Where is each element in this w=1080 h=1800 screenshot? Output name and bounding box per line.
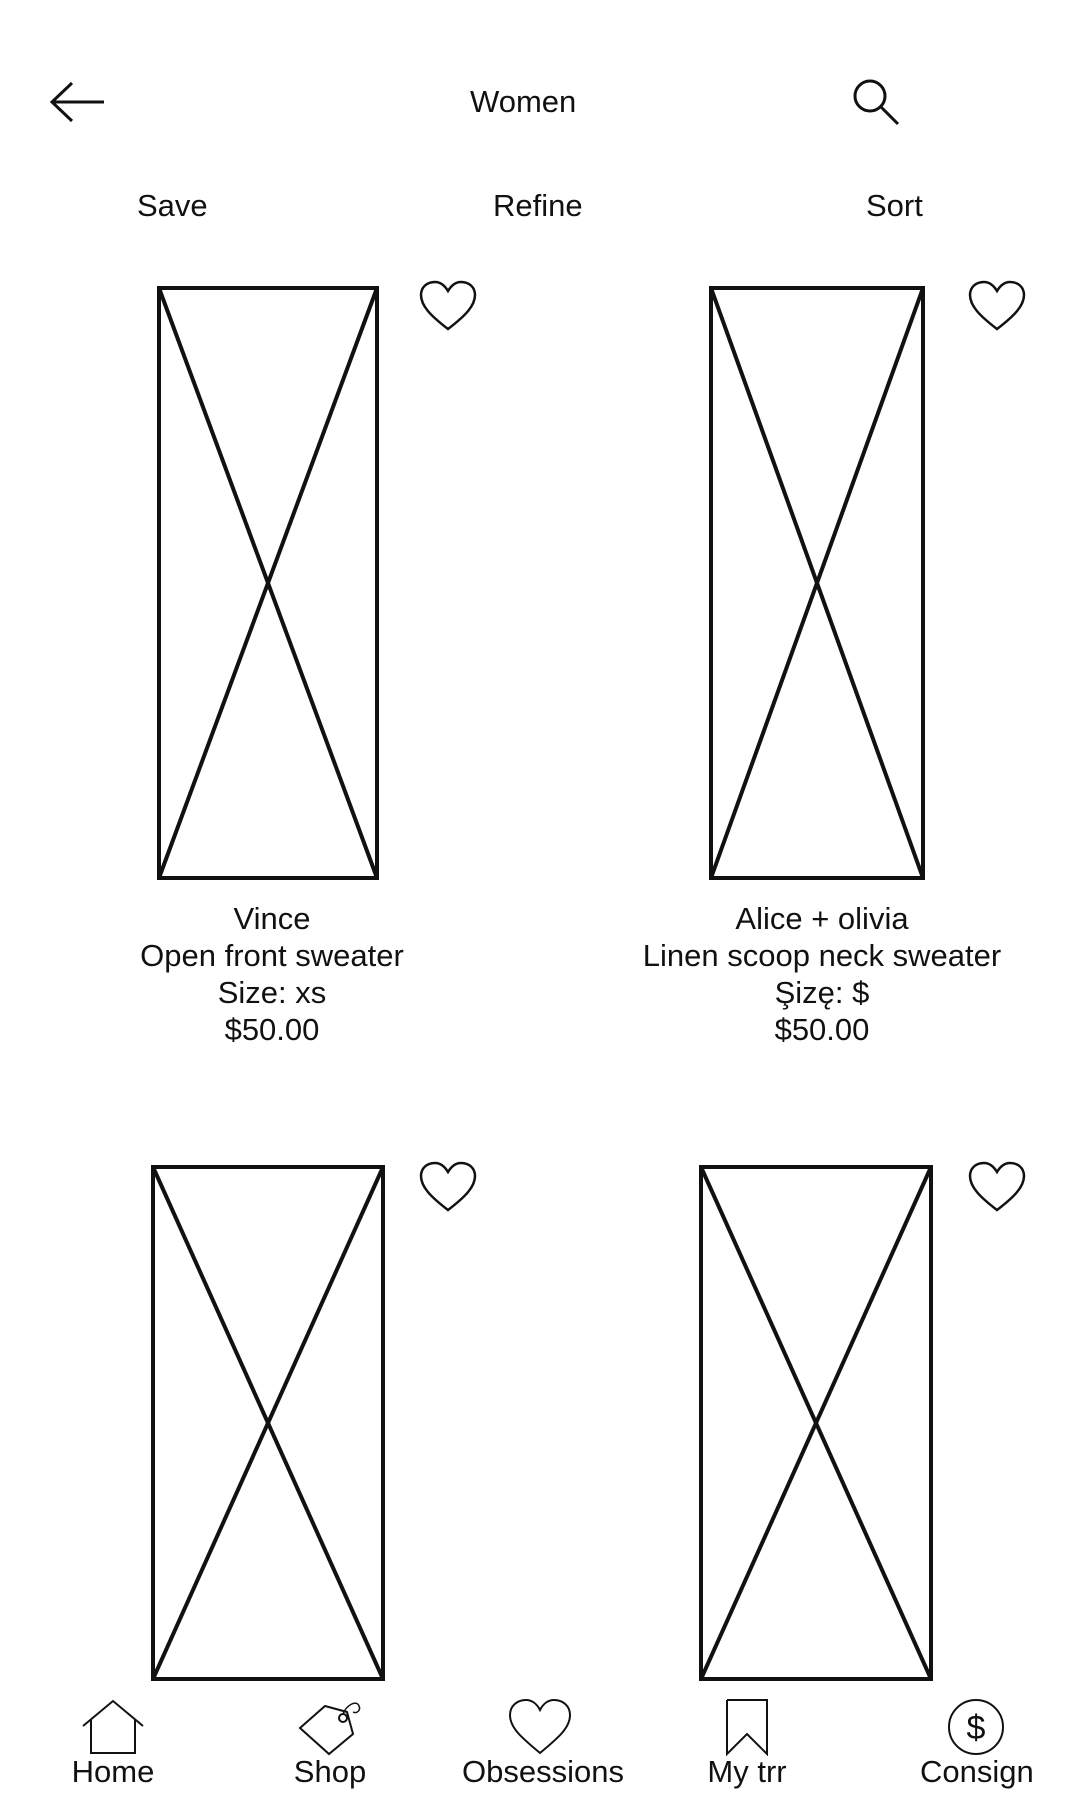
product-image[interactable] [151, 1165, 385, 1681]
favorite-button[interactable] [968, 1161, 1026, 1213]
product-image[interactable] [157, 286, 379, 880]
nav-consign[interactable]: $ Consign [920, 1698, 1034, 1789]
image-placeholder-icon [709, 286, 925, 880]
refine-button[interactable]: Refine [493, 190, 583, 221]
image-placeholder-icon [151, 1165, 385, 1681]
home-icon [82, 1699, 144, 1754]
bookmark-icon [726, 1699, 768, 1756]
product-price: $50.00 [774, 1012, 870, 1047]
product-image[interactable] [699, 1165, 933, 1681]
nav-label: My trr [707, 1754, 787, 1789]
heart-icon [968, 1161, 1026, 1212]
product-name: Linen scoop neck sweater [642, 938, 1002, 973]
image-placeholder-icon [699, 1165, 933, 1681]
nav-label: Home [71, 1754, 155, 1789]
product-info[interactable]: Alice + olivia Linen scoop neck sweater … [622, 900, 1022, 1048]
product-size: Şizę: $ [774, 975, 870, 1010]
sort-button[interactable]: Sort [866, 190, 923, 221]
nav-home[interactable]: Home [60, 1698, 166, 1787]
heart-icon [968, 280, 1026, 331]
favorite-button[interactable] [419, 1161, 477, 1213]
save-button[interactable]: Save [137, 190, 208, 221]
product-price: $50.00 [224, 1012, 320, 1047]
nav-label: Shop [293, 1754, 367, 1789]
heart-icon [419, 1161, 477, 1212]
nav-shop[interactable]: Shop [280, 1698, 380, 1787]
image-placeholder-icon [157, 286, 379, 880]
product-name: Open front sweater [140, 938, 404, 973]
nav-obsessions[interactable]: Obsessions [462, 1698, 624, 1789]
page-title: Women [470, 84, 577, 119]
dollar-circle-icon: $ [948, 1699, 1004, 1755]
favorite-button[interactable] [419, 280, 477, 332]
product-size: Size: xs [217, 975, 327, 1010]
arrow-left-icon [49, 81, 104, 123]
favorite-button[interactable] [968, 280, 1026, 332]
search-button[interactable] [848, 78, 908, 128]
nav-my-trr[interactable]: My trr [700, 1698, 794, 1787]
heart-icon [419, 280, 477, 331]
nav-label: Obsessions [462, 1754, 624, 1789]
product-brand: Vince [233, 901, 311, 936]
nav-label: Consign [920, 1754, 1034, 1789]
search-icon [853, 79, 900, 126]
product-info[interactable]: Vince Open front sweater Size: xs $50.00 [122, 900, 422, 1048]
svg-text:$: $ [967, 1709, 986, 1747]
back-button[interactable] [48, 80, 108, 124]
tag-icon [298, 1702, 361, 1756]
product-image[interactable] [709, 286, 925, 880]
product-brand: Alice + olivia [735, 901, 909, 936]
heart-icon [508, 1698, 572, 1755]
